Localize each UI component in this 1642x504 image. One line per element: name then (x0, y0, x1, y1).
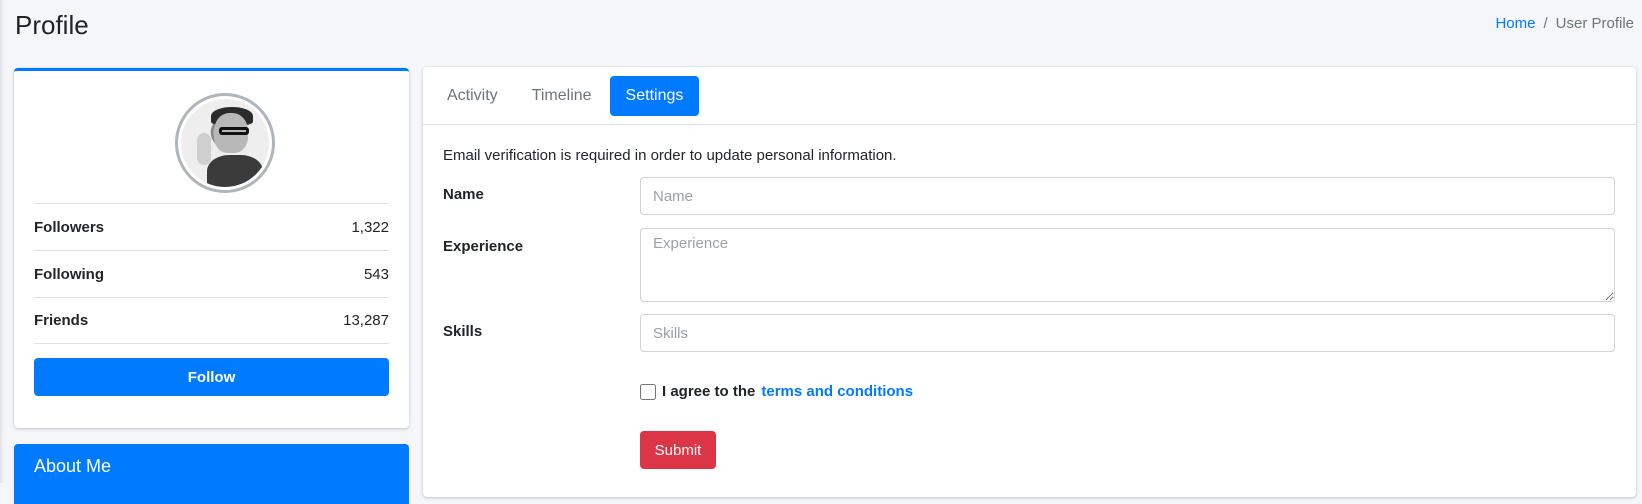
stat-label: Following (34, 265, 104, 283)
about-me-card: About Me (14, 444, 409, 504)
stat-value: 543 (363, 265, 389, 283)
page-title: Profile (15, 10, 89, 40)
tab-bar: Activity Timeline Settings (423, 67, 1636, 125)
name-label: Name (443, 186, 484, 203)
breadcrumb-home-link[interactable]: Home (1495, 15, 1535, 32)
stat-friends: Friends 13,287 (34, 297, 389, 344)
profile-card: Followers 1,322 Following 543 Friends 13… (14, 68, 409, 428)
breadcrumb: Home / User Profile (1382, 15, 1642, 32)
submit-button[interactable]: Submit (640, 431, 716, 469)
tab-activity[interactable]: Activity (431, 76, 514, 116)
stat-label: Friends (34, 312, 89, 329)
name-input[interactable] (640, 177, 1615, 215)
sidebar-shadow-edge (0, 0, 4, 483)
experience-textarea[interactable] (640, 228, 1615, 302)
profile-stats-list: Followers 1,322 Following 543 Friends 13… (34, 203, 389, 344)
email-verification-notice: Email verification is required in order … (443, 147, 897, 164)
tab-settings[interactable]: Settings (609, 75, 700, 116)
settings-card: Activity Timeline Settings Email verific… (423, 67, 1636, 497)
follow-button[interactable]: Follow (34, 358, 389, 396)
experience-label: Experience (443, 238, 524, 255)
stat-label: Followers (34, 218, 105, 236)
about-me-title: About Me (34, 456, 112, 476)
stat-value: 13,287 (343, 312, 389, 329)
stat-followers: Followers 1,322 (34, 203, 389, 250)
breadcrumb-separator: / (1543, 15, 1548, 32)
avatar (175, 93, 275, 193)
tab-timeline[interactable]: Timeline (516, 76, 608, 116)
terms-checkbox[interactable] (640, 383, 656, 400)
terms-text: I agree to the (662, 383, 756, 400)
stat-value: 1,322 (351, 218, 389, 236)
skills-input[interactable] (640, 314, 1615, 352)
terms-link[interactable]: terms and conditions (761, 383, 913, 400)
skills-label: Skills (443, 323, 483, 340)
avatar-image (181, 99, 269, 187)
terms-agreement: I agree to the terms and conditions (640, 383, 913, 400)
stat-following: Following 543 (34, 250, 389, 297)
breadcrumb-current: User Profile (1555, 15, 1634, 32)
